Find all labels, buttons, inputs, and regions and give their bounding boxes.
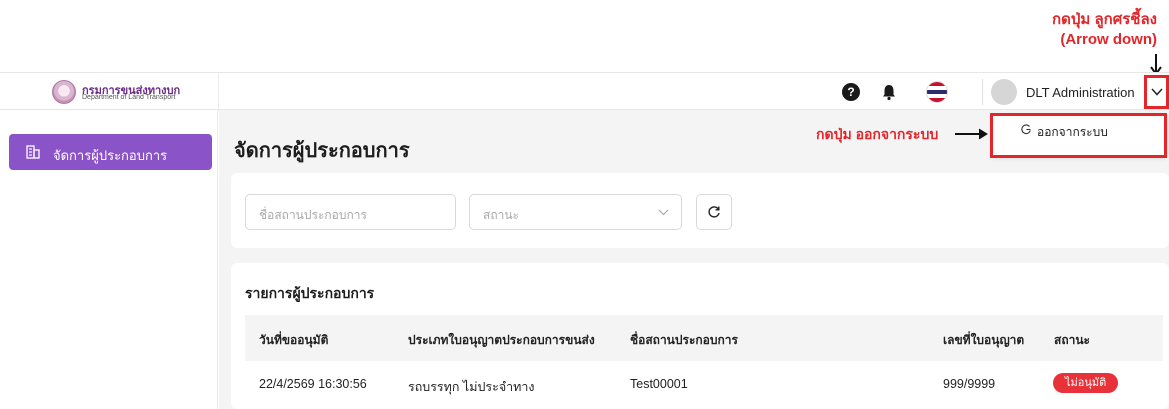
user-name[interactable]: DLT Administration	[1026, 85, 1135, 100]
annotation-arrow-down-instruction: กดปุ่ม ลูกศรชี้ลง (Arrow down)	[957, 10, 1157, 50]
page-title: จัดการผู้ประกอบการ	[234, 140, 410, 162]
annotation-highlight-logout	[990, 113, 1167, 158]
sidebar-item-manage-operators[interactable]: จัดการผู้ประกอบการ	[9, 134, 212, 170]
sidebar: จัดการผู้ประกอบการ	[0, 110, 218, 409]
bell-icon[interactable]	[880, 83, 898, 101]
cell-license-type: รถบรรทุก ไม่ประจำทาง	[408, 380, 535, 394]
cell-request-date: 22/4/2569 16:30:56	[259, 377, 367, 391]
annotation-area: กดปุ่ม ลูกศรชี้ลง (Arrow down)	[0, 0, 1169, 76]
dlt-logo-icon	[52, 80, 76, 104]
annotation-line-2: (Arrow down)	[1060, 31, 1157, 48]
operator-list-card: รายการผู้ประกอบการ วันที่ขออนุมัติ ประเภ…	[231, 263, 1169, 409]
annotation-logout-instruction: กดปุ่ม ออกจากระบบ	[816, 126, 939, 142]
cell-license-number: 999/9999	[943, 377, 996, 391]
table-row[interactable]: 22/4/2569 16:30:56 รถบรรทุก ไม่ประจำทาง …	[245, 361, 1163, 405]
column-header-operator-name[interactable]: ชื่อสถานประกอบการ	[630, 331, 738, 350]
status-select[interactable]: สถานะ	[469, 194, 682, 230]
column-header-status[interactable]: สถานะ	[1054, 331, 1090, 350]
sidebar-item-label: จัดการผู้ประกอบการ	[53, 148, 168, 163]
column-header-license-number[interactable]: เลขที่ใบอนุญาต	[943, 331, 1024, 350]
status-badge: ไม่อนุมัติ	[1053, 373, 1119, 393]
operator-name-input[interactable]: ชื่อสถานประกอบการ	[245, 194, 456, 230]
user-menu-toggle-button[interactable]	[1144, 75, 1169, 109]
chevron-down-icon	[658, 209, 669, 216]
thai-flag-icon[interactable]	[926, 81, 948, 103]
refresh-icon	[708, 206, 720, 218]
chevron-down-icon	[1151, 88, 1163, 96]
cell-operator-name: Test00001	[630, 377, 688, 391]
refresh-button[interactable]	[696, 194, 732, 230]
column-header-license-type[interactable]: ประเภทใบอนุญาตประกอบการขนส่ง	[408, 331, 595, 350]
brand-name-english: Department of Land Transport	[82, 94, 176, 101]
status-select-placeholder: สถานะ	[483, 208, 519, 222]
header-sidebar-divider	[218, 73, 219, 111]
avatar[interactable]	[991, 79, 1017, 105]
column-header-request-date[interactable]: วันที่ขออนุมัติ	[259, 331, 328, 350]
filter-card: ชื่อสถานประกอบการ สถานะ	[231, 173, 1169, 248]
annotation-line-1: กดปุ่ม ลูกศรชี้ลง	[1052, 11, 1157, 28]
building-icon	[26, 145, 40, 159]
header-divider	[982, 79, 983, 105]
question-icon[interactable]: ?	[842, 83, 860, 101]
table-header: วันที่ขออนุมัติ ประเภทใบอนุญาตประกอบการข…	[245, 315, 1163, 361]
list-title: รายการผู้ประกอบการ	[245, 285, 375, 301]
top-header: กรมการขนส่งทางบก Department of Land Tran…	[0, 72, 1169, 111]
annotation-arrow-right-icon	[955, 128, 988, 140]
